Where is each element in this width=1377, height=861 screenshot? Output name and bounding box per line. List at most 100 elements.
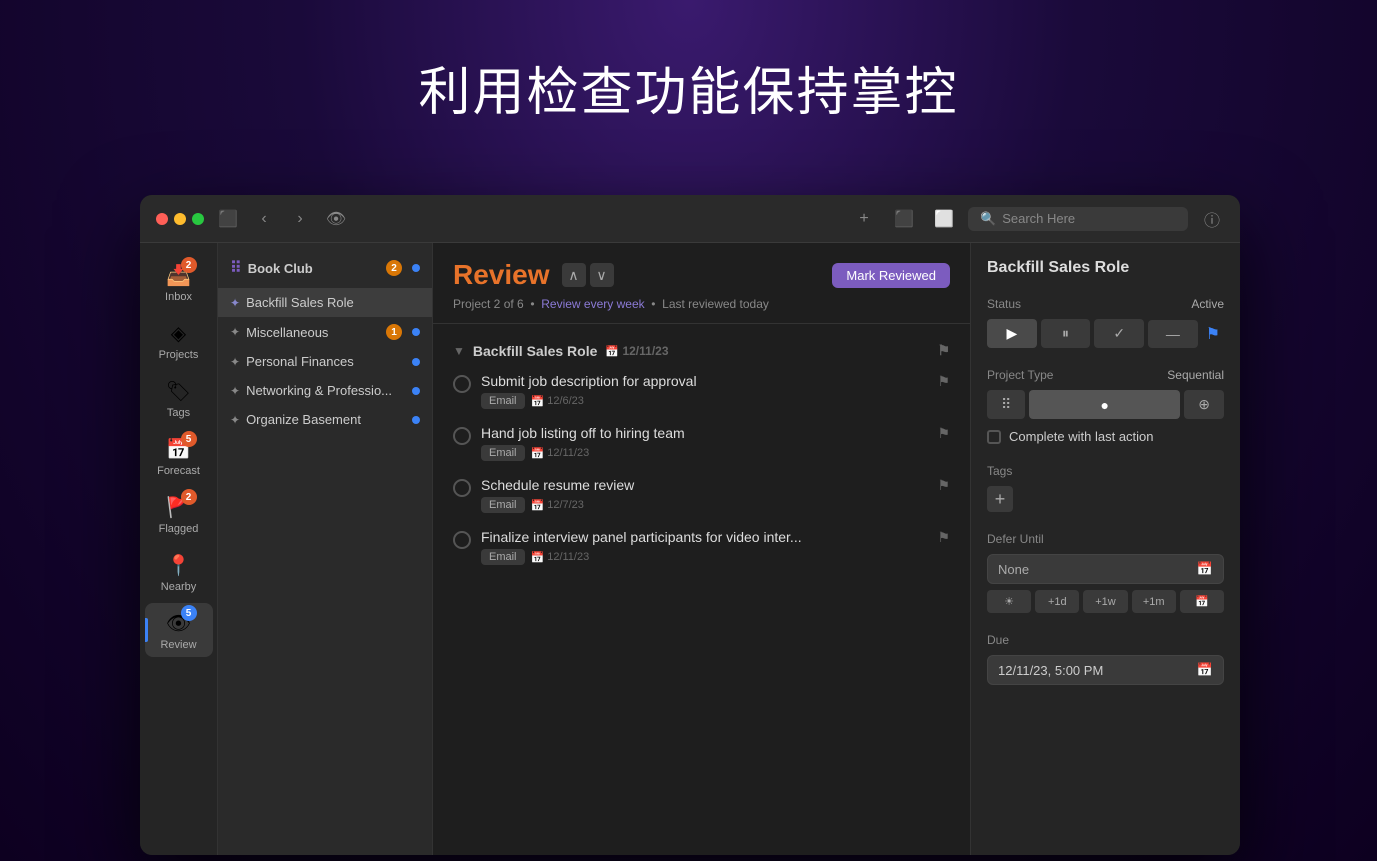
project-list-title: Book Club	[248, 261, 386, 276]
mark-reviewed-button[interactable]: Mark Reviewed	[832, 263, 950, 288]
inspector-status-value: Active	[1191, 297, 1224, 311]
project-name-finances: Personal Finances	[246, 354, 408, 369]
project-item-backfill[interactable]: ✦ Backfill Sales Role	[218, 288, 432, 317]
review-badge: 5	[181, 605, 197, 621]
inbox-icon[interactable]: ⬛	[892, 207, 916, 231]
task-name-2: Schedule resume review	[481, 477, 929, 493]
page-title: 利用检查功能保持掌控	[0, 0, 1377, 125]
project-item-finances[interactable]: ✦ Personal Finances	[218, 347, 432, 376]
task-tags-0: Email 📅 12/6/23	[481, 393, 929, 409]
project-item-misc[interactable]: ✦ Miscellaneous 1	[218, 317, 432, 347]
task-checkbox-2[interactable]	[453, 479, 471, 497]
add-icon[interactable]: +	[852, 207, 876, 231]
complete-last-action-checkbox[interactable]	[987, 430, 1001, 444]
back-icon[interactable]: ‹	[252, 207, 276, 231]
defer-icon-btn[interactable]: ☀	[987, 590, 1031, 613]
review-icon: 👁 5	[165, 609, 193, 637]
task-group-name: Backfill Sales Role	[473, 343, 598, 359]
task-date-2: 📅 12/7/23	[531, 499, 584, 512]
task-content-1: Hand job listing off to hiring team Emai…	[481, 425, 929, 461]
type-parallel-btn[interactable]: ⠿	[987, 390, 1025, 419]
task-tags-1: Email 📅 12/11/23	[481, 445, 929, 461]
defer-input[interactable]: None 📅	[987, 554, 1224, 584]
project-dot-icon-fin: ✦	[230, 355, 240, 369]
forecast-icon: 📅 5	[165, 435, 193, 463]
sidebar-item-label-projects: Projects	[159, 349, 199, 361]
project-item-networking[interactable]: ✦ Networking & Professio...	[218, 376, 432, 405]
task-checkbox-1[interactable]	[453, 427, 471, 445]
due-input[interactable]: 12/11/23, 5:00 PM 📅	[987, 655, 1224, 685]
inbox-icon: 📥 2	[165, 261, 193, 289]
eye-icon[interactable]: 👁	[324, 207, 348, 231]
task-checkbox-3[interactable]	[453, 531, 471, 549]
project-list-header-badge: 2	[386, 260, 402, 276]
sidebar-item-tags[interactable]: 🏷 Tags	[145, 371, 213, 425]
project-name-basement: Organize Basement	[246, 412, 408, 427]
sidebar-item-inbox[interactable]: 📥 2 Inbox	[145, 255, 213, 309]
forecast-badge: 5	[181, 431, 197, 447]
info-icon[interactable]: ⓘ	[1200, 207, 1224, 231]
sidebar-toggle-icon[interactable]: ⬛	[216, 207, 240, 231]
project-item-basement[interactable]: ✦ Organize Basement	[218, 405, 432, 434]
prev-button[interactable]: ∧	[562, 263, 586, 287]
review-nav: ∧ ∨	[562, 263, 614, 287]
collapse-icon[interactable]: ▼	[453, 344, 465, 358]
complete-last-action-label: Complete with last action	[1009, 429, 1154, 444]
task-group-date: 📅 12/11/23	[605, 344, 668, 358]
task-item-1[interactable]: Hand job listing off to hiring team Emai…	[441, 417, 962, 469]
app-window: ⬛ ‹ › 👁 + ⬛ ⬜ 🔍 Search Here ⓘ 📥 2 Inbox	[140, 195, 1240, 855]
search-bar[interactable]: 🔍 Search Here	[968, 207, 1188, 231]
tags-icon: 🏷	[165, 377, 193, 405]
task-content-2: Schedule resume review Email 📅 12/7/23	[481, 477, 929, 513]
expand-icon[interactable]: ⬜	[932, 207, 956, 231]
inspector-project-type-label: Project Type Sequential	[987, 368, 1224, 382]
task-flag-2: ⚑	[937, 477, 950, 494]
forward-icon[interactable]: ›	[288, 207, 312, 231]
inspector: Backfill Sales Role Status Active ▶ ⏸ ✓ …	[970, 243, 1240, 855]
task-group-header: ▼ Backfill Sales Role 📅 12/11/23 ⚑	[441, 336, 962, 365]
next-button[interactable]: ∨	[590, 263, 614, 287]
sidebar-item-projects[interactable]: ◈ Projects	[145, 313, 213, 367]
status-row: ▶ ⏸ ✓ — ⚑	[987, 319, 1224, 348]
sidebar-item-flagged[interactable]: 🚩 2 Flagged	[145, 487, 213, 541]
tags-add-button[interactable]: +	[987, 486, 1013, 512]
status-drop-btn[interactable]: —	[1148, 320, 1198, 348]
sidebar-item-label-flagged: Flagged	[159, 523, 199, 535]
misc-badge: 1	[386, 324, 402, 340]
fullscreen-button[interactable]	[192, 213, 204, 225]
defer-1m-btn[interactable]: +1m	[1132, 590, 1176, 613]
task-tag-3: Email	[481, 549, 525, 565]
status-pause-btn[interactable]: ⏸	[1041, 319, 1091, 348]
inspector-project-type-value: Sequential	[1167, 368, 1224, 382]
minimize-button[interactable]	[174, 213, 186, 225]
networking-dot	[412, 387, 420, 395]
defer-cal-btn[interactable]: 📅	[1180, 590, 1224, 613]
defer-1w-btn[interactable]: +1w	[1083, 590, 1127, 613]
review-link[interactable]: Review every week	[541, 297, 644, 311]
flag-button[interactable]: ⚑	[1202, 320, 1224, 348]
task-item-3[interactable]: Finalize interview panel participants fo…	[441, 521, 962, 573]
task-meta: Project 2 of 6 • Review every week • Las…	[453, 297, 950, 311]
project-list-header[interactable]: ⠿ Book Club 2	[218, 251, 432, 288]
task-item-2[interactable]: Schedule resume review Email 📅 12/7/23 ⚑	[441, 469, 962, 521]
task-item-0[interactable]: Submit job description for approval Emai…	[441, 365, 962, 417]
status-active-btn[interactable]: ▶	[987, 319, 1037, 348]
task-list: ▼ Backfill Sales Role 📅 12/11/23 ⚑ Submi…	[433, 324, 970, 855]
project-type-row: ⠿ ● ⊕	[987, 390, 1224, 419]
title-bar-actions: + ⬛ ⬜	[852, 207, 956, 231]
defer-1d-btn[interactable]: +1d	[1035, 590, 1079, 613]
sidebar-item-forecast[interactable]: 📅 5 Forecast	[145, 429, 213, 483]
task-content-0: Submit job description for approval Emai…	[481, 373, 929, 409]
task-checkbox-0[interactable]	[453, 375, 471, 393]
task-header: Review ∧ ∨ Mark Reviewed Project 2 of 6 …	[433, 243, 970, 324]
type-sequential-btn[interactable]: ●	[1029, 390, 1180, 419]
close-button[interactable]	[156, 213, 168, 225]
task-date-3: 📅 12/11/23	[531, 551, 590, 564]
sidebar-item-nearby[interactable]: 📍 Nearby	[145, 545, 213, 599]
type-other-btn[interactable]: ⊕	[1184, 390, 1224, 419]
status-complete-btn[interactable]: ✓	[1094, 319, 1144, 348]
sidebar-item-review[interactable]: 👁 5 Review	[145, 603, 213, 657]
search-placeholder: Search Here	[1002, 211, 1075, 226]
task-header-top: Review ∧ ∨ Mark Reviewed	[453, 259, 950, 291]
project-header-dot	[412, 264, 420, 272]
